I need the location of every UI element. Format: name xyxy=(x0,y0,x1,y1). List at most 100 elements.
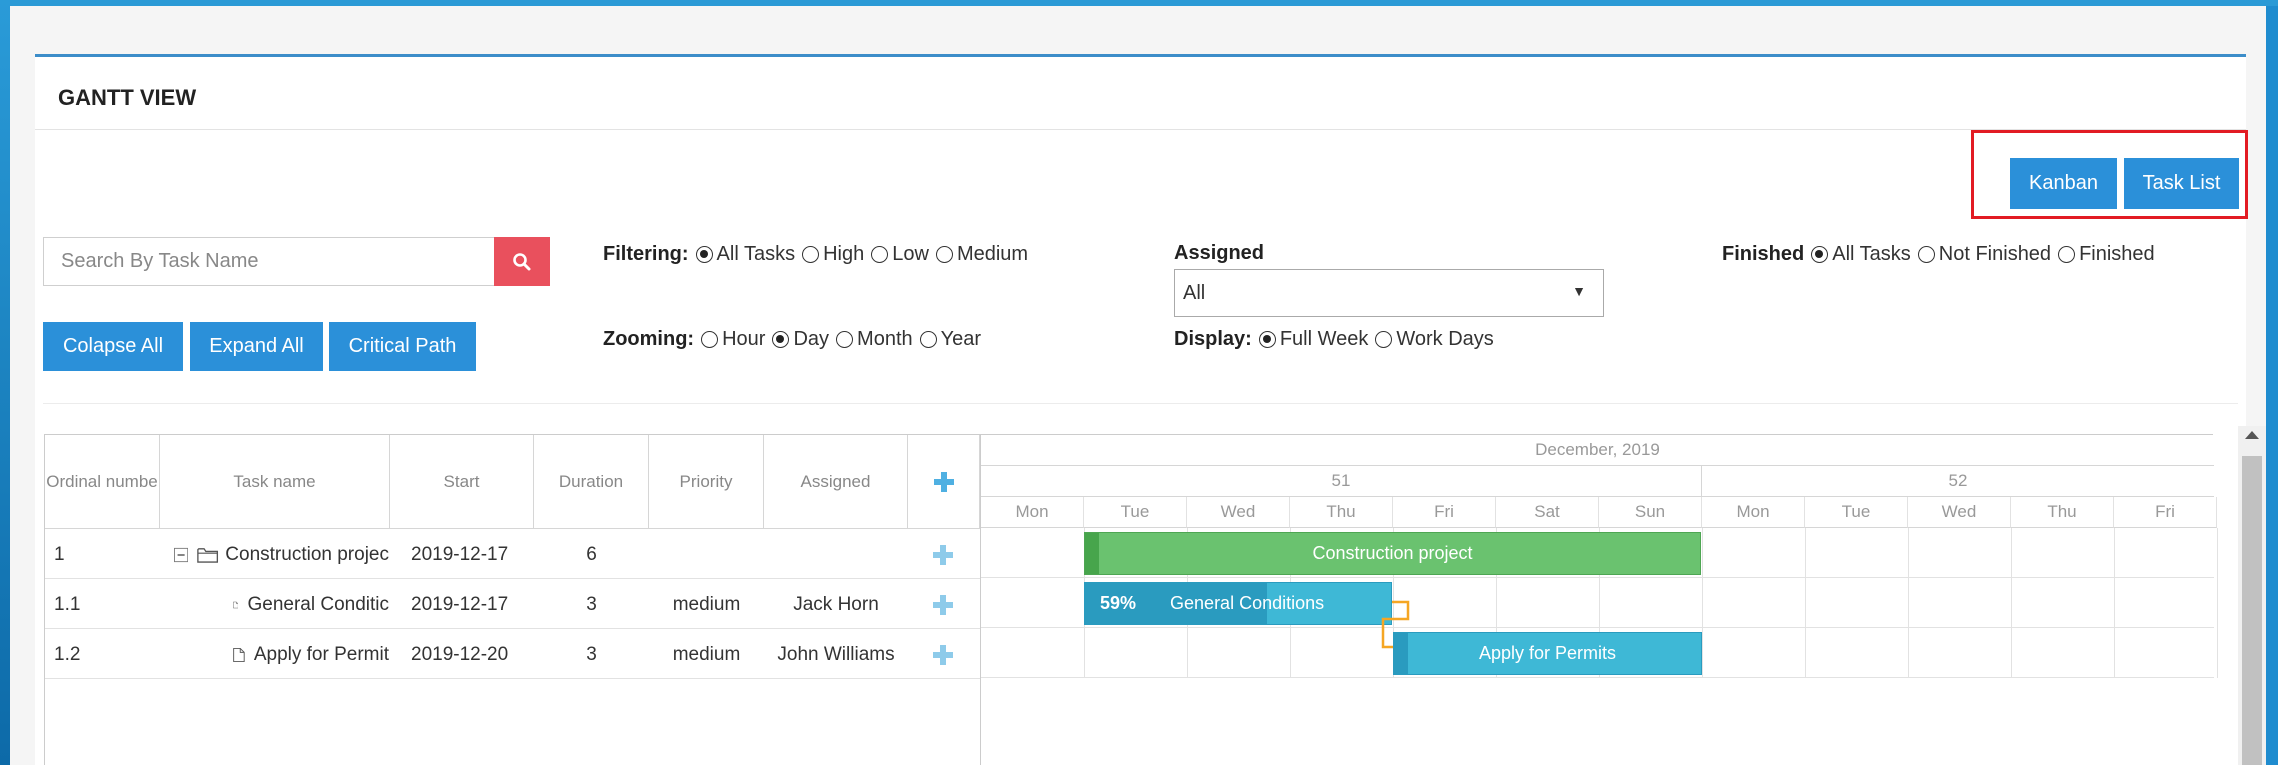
row-task-name-cell: General Conditic xyxy=(233,580,389,629)
day-header: Mon xyxy=(1702,497,1805,528)
day-grid-line xyxy=(2217,528,2218,678)
scroll-thumb[interactable] xyxy=(2242,456,2262,765)
document-icon xyxy=(233,647,245,662)
search-box xyxy=(43,237,506,286)
finished-not-finished-radio[interactable] xyxy=(1917,246,1935,263)
day-header: Tue xyxy=(1084,497,1187,528)
finished-group: Finished All Tasks Not Finished Finished xyxy=(1722,243,2155,266)
row-task-name: General Conditic xyxy=(247,593,389,615)
bar-progress-fill xyxy=(1085,533,1099,574)
gantt-bar-progress: 59% xyxy=(1100,593,1137,613)
filter-all-tasks-radio[interactable] xyxy=(695,246,713,263)
vertical-scrollbar[interactable] xyxy=(2238,426,2266,765)
filter-medium-radio[interactable] xyxy=(935,246,953,263)
zoom-day-radio[interactable] xyxy=(772,331,790,348)
column-header-add xyxy=(908,435,980,529)
filter-low-radio[interactable] xyxy=(871,246,889,263)
page: GANTT VIEW Kanban Task List Colapse All … xyxy=(10,6,2266,765)
day-header: Wed xyxy=(1187,497,1290,528)
row-assigned: John Williams xyxy=(777,643,895,665)
zoom-option-label: Month xyxy=(857,328,913,350)
day-grid-line xyxy=(1908,528,1909,678)
zoom-month-radio[interactable] xyxy=(836,331,854,348)
gantt-bar-label: Apply for Permits xyxy=(1478,643,1617,663)
filter-option-label: All Tasks xyxy=(716,243,796,265)
gantt-panel: GANTT VIEW Kanban Task List Colapse All … xyxy=(35,54,2248,765)
zoom-option-label: Day xyxy=(793,328,830,350)
row-ordinal: 1.2 xyxy=(54,643,81,665)
zoom-hour-radio[interactable] xyxy=(701,331,719,348)
row-duration: 3 xyxy=(586,643,597,665)
chart-week-header: 51 xyxy=(981,466,1702,497)
search-input[interactable] xyxy=(44,238,457,285)
column-header-ordinal[interactable]: Ordinal numbe xyxy=(45,435,160,529)
chart-row-divider xyxy=(981,577,2214,578)
chart-row-divider xyxy=(981,627,2214,628)
display-full-week-radio[interactable] xyxy=(1258,331,1276,348)
row-priority xyxy=(649,530,764,579)
add-subtask-icon[interactable] xyxy=(933,595,953,615)
add-task-icon[interactable] xyxy=(933,471,954,492)
task-list-button[interactable]: Task List xyxy=(2124,158,2239,209)
search-icon xyxy=(513,252,531,270)
day-grid-line xyxy=(2011,528,2012,678)
finished-all-tasks-radio[interactable] xyxy=(1811,246,1829,263)
filtering-label: Filtering: xyxy=(603,243,689,265)
day-header: Thu xyxy=(1290,497,1393,528)
document-icon xyxy=(233,601,239,608)
column-header-duration[interactable]: Duration xyxy=(534,435,649,529)
display-option-label: Work Days xyxy=(1396,328,1494,350)
finished-option-label: Finished xyxy=(2079,243,2155,265)
finished-label: Finished xyxy=(1722,243,1805,265)
zoom-year-radio[interactable] xyxy=(919,331,937,348)
display-label: Display: xyxy=(1174,328,1252,350)
chart-month-header: December, 2019 xyxy=(981,434,2214,466)
chart-row-divider xyxy=(981,677,2214,678)
caret-down-icon: ▼ xyxy=(1572,283,1586,299)
filter-option-label: Medium xyxy=(956,243,1029,265)
assigned-select[interactable]: All ▼ xyxy=(1174,269,1604,317)
filter-option-label: Low xyxy=(892,243,929,265)
finished-finished-radio[interactable] xyxy=(2058,246,2076,263)
row-duration: 3 xyxy=(586,593,597,615)
row-start: 2019-12-17 xyxy=(411,593,509,615)
add-subtask-icon[interactable] xyxy=(933,645,953,665)
row-task-name: Construction projec xyxy=(225,543,389,565)
zoom-option-label: Year xyxy=(940,328,982,350)
window-left-border xyxy=(0,0,10,765)
day-grid-line xyxy=(2114,528,2115,678)
filtering-group: Filtering: All Tasks High Low Medium xyxy=(603,243,1028,266)
assigned-label: Assigned xyxy=(1174,242,1265,264)
critical-path-button[interactable]: Critical Path xyxy=(329,322,476,371)
page-title: GANTT VIEW xyxy=(58,85,197,110)
row-ordinal: 1 xyxy=(54,543,65,565)
search-button[interactable] xyxy=(494,237,550,286)
scroll-up-icon[interactable] xyxy=(2245,431,2259,439)
finished-option-label: All Tasks xyxy=(1832,243,1911,265)
column-header-priority[interactable]: Priority xyxy=(649,435,764,529)
day-header: Mon xyxy=(981,497,1084,528)
day-header: Fri xyxy=(2114,497,2217,528)
title-divider xyxy=(35,129,2246,130)
zoom-option-label: Hour xyxy=(722,328,766,350)
gantt-bar-task[interactable]: 59% General Conditions xyxy=(1084,582,1392,625)
add-subtask-icon[interactable] xyxy=(933,545,953,565)
finished-option-label: Not Finished xyxy=(1938,243,2052,265)
row-ordinal: 1.1 xyxy=(54,593,81,615)
day-header: Thu xyxy=(2011,497,2114,528)
filter-high-radio[interactable] xyxy=(802,246,820,263)
display-work-days-radio[interactable] xyxy=(1375,331,1393,348)
collapse-toggle-icon[interactable] xyxy=(174,547,189,563)
column-header-start[interactable]: Start xyxy=(390,435,534,529)
column-header-assigned[interactable]: Assigned xyxy=(764,435,908,529)
row-task-name-cell: Construction projec xyxy=(174,530,389,579)
gantt-bar-task[interactable]: Apply for Permits xyxy=(1393,632,1702,675)
assigned-select-value: All xyxy=(1183,281,1206,304)
column-header-task-name[interactable]: Task name xyxy=(160,435,390,529)
collapse-all-button[interactable]: Colapse All xyxy=(43,322,183,371)
kanban-button[interactable]: Kanban xyxy=(2010,158,2117,209)
gantt-bar-summary[interactable]: Construction project xyxy=(1084,532,1701,575)
row-task-name: Apply for Permit xyxy=(253,643,389,665)
expand-all-button[interactable]: Expand All xyxy=(190,322,323,371)
row-task-name-cell: Apply for Permit xyxy=(233,630,389,679)
